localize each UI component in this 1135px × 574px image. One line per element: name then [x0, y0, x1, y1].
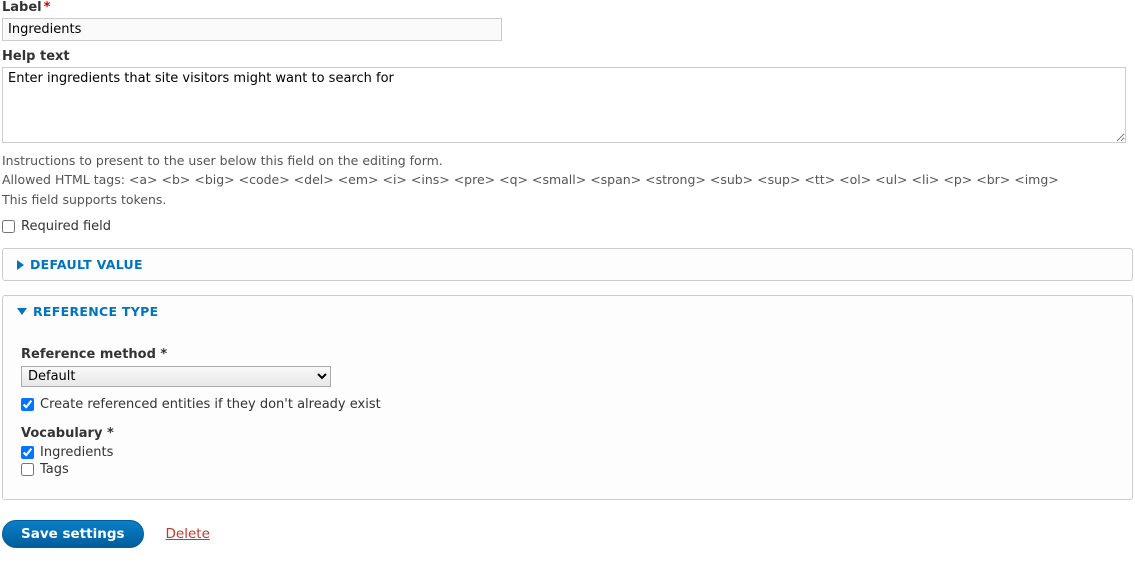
- required-field-label: Required field: [21, 219, 111, 234]
- chevron-down-icon: [17, 308, 27, 315]
- vocab-option-ingredients-label: Ingredients: [40, 445, 113, 460]
- vocabulary-label: Vocabulary: [21, 426, 102, 441]
- default-value-fieldset: DEFAULT VALUE: [2, 248, 1133, 281]
- help-desc-allowed-tags: Allowed HTML tags: <a> <b> <big> <code> …: [2, 170, 1133, 189]
- label-input[interactable]: [2, 18, 502, 41]
- help-text-textarea[interactable]: Enter ingredients that site visitors mig…: [2, 67, 1126, 143]
- required-field-checkbox[interactable]: [2, 220, 15, 233]
- required-marker: *: [102, 426, 113, 441]
- required-marker: *: [44, 0, 51, 15]
- chevron-right-icon: [17, 260, 24, 270]
- reference-type-summary[interactable]: REFERENCE TYPE: [3, 296, 1132, 327]
- help-desc-tokens: This field supports tokens.: [2, 190, 1133, 209]
- label-field-label: Label*: [2, 0, 1133, 15]
- reference-method-select[interactable]: Default: [21, 366, 331, 387]
- reference-type-title: REFERENCE TYPE: [33, 304, 158, 319]
- save-settings-button[interactable]: Save settings: [2, 520, 144, 548]
- create-entities-label: Create referenced entities if they don't…: [40, 397, 381, 412]
- vocab-option-ingredients-checkbox[interactable]: [21, 446, 34, 459]
- default-value-summary[interactable]: DEFAULT VALUE: [3, 249, 1132, 280]
- default-value-title: DEFAULT VALUE: [30, 257, 143, 272]
- vocab-option-tags-checkbox[interactable]: [21, 463, 34, 476]
- help-text-label: Help text: [2, 49, 1133, 64]
- help-desc-instructions: Instructions to present to the user belo…: [2, 151, 1133, 170]
- reference-type-fieldset: REFERENCE TYPE Reference method * Defaul…: [2, 295, 1133, 500]
- delete-link[interactable]: Delete: [166, 526, 210, 542]
- create-entities-checkbox[interactable]: [21, 398, 34, 411]
- vocab-option-tags-label: Tags: [40, 462, 69, 477]
- reference-method-label: Reference method: [21, 347, 156, 362]
- required-marker: *: [156, 347, 167, 362]
